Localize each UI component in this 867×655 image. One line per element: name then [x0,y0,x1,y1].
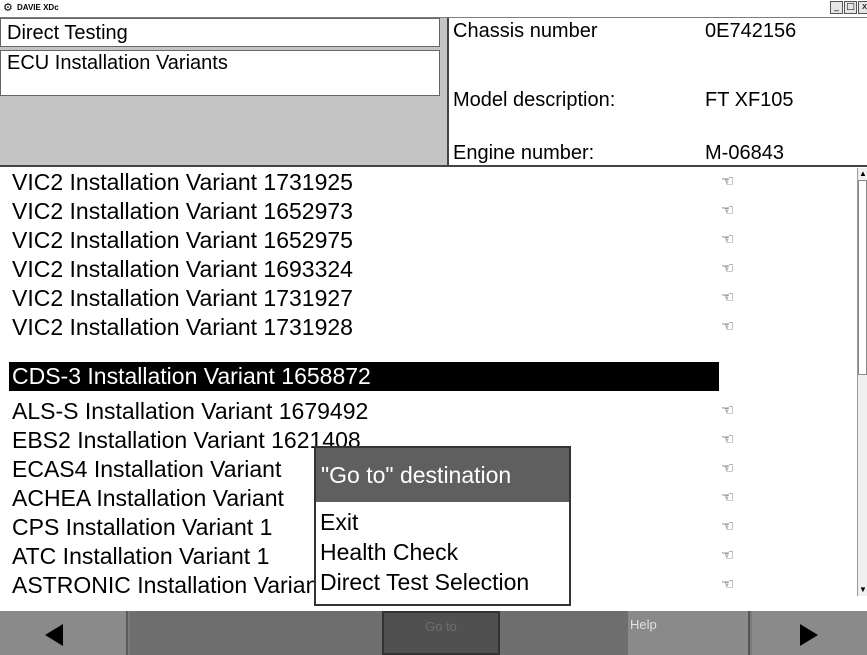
help-button-label: Help [630,617,657,632]
goto-button-label: Go to [425,619,457,634]
header-divider [0,165,867,167]
pointing-hand-icon: ☜ [721,259,735,277]
arrow-right-icon [800,624,818,646]
engine-number-value: M-06843 [705,142,784,164]
list-item-label: VIC2 Installation Variant 1731925 [12,169,353,195]
chassis-number-value: 0E742156 [705,20,797,42]
chassis-number-label: Chassis number [453,20,598,42]
pointing-hand-icon: ☜ [721,517,735,535]
list-item-label: CDS-3 Installation Variant 1658872 [12,363,371,389]
breadcrumb-panel: Direct Testing ECU Installation Variants [0,18,449,165]
list-item-label: ECAS4 Installation Variant [12,456,282,482]
maximize-button[interactable]: □ [844,1,857,14]
function-button-2[interactable] [130,611,382,655]
goto-destination-popup: "Go to" destination Exit Health Check Di… [314,446,571,606]
list-item-label: CPS Installation Variant 1 [12,514,273,540]
vehicle-info-panel: Chassis number 0E742156 Model descriptio… [449,18,867,165]
pointing-hand-icon: ☜ [721,201,735,219]
function-button-4[interactable] [500,611,628,655]
back-button[interactable] [0,611,128,655]
goto-button[interactable]: Go to [382,611,500,655]
popup-item-health-check[interactable]: Health Check [320,537,458,567]
help-button[interactable]: Help [628,611,750,655]
list-item[interactable]: VIC2 Installation Variant 1731927 ☜ [9,284,859,313]
scrollbar-thumb[interactable] [858,180,867,375]
list-item[interactable]: VIC2 Installation Variant 1731928 ☜ [9,313,859,342]
pointing-hand-icon: ☜ [721,459,735,477]
list-item-label: VIC2 Installation Variant 1652975 [12,227,353,253]
list-item-selected[interactable]: CDS-3 Installation Variant 1658872 [9,362,859,391]
breadcrumb-ecu-installation-variants[interactable]: ECU Installation Variants [0,50,440,96]
engine-number-label: Engine number: [453,142,595,164]
list-item[interactable]: VIC2 Installation Variant 1731925 ☜ [9,168,859,197]
forward-button[interactable] [752,611,867,655]
pointing-hand-icon: ☜ [721,575,735,593]
list-item[interactable]: VIC2 Installation Variant 1693324 ☜ [9,255,859,284]
breadcrumb-direct-testing[interactable]: Direct Testing [0,18,440,47]
pointing-hand-icon: ☜ [721,430,735,448]
popup-item-exit[interactable]: Exit [320,507,358,537]
list-item-label: VIC2 Installation Variant 1693324 [12,256,353,282]
list-item[interactable]: VIC2 Installation Variant 1652973 ☜ [9,197,859,226]
scroll-up-icon[interactable]: ▲ [859,170,867,178]
window-title: DAVIE XDc [17,3,59,12]
pointing-hand-icon: ☜ [721,546,735,564]
popup-title: "Go to" destination [316,448,569,502]
window-controls: _ □ x [829,1,867,14]
pointing-hand-icon: ☜ [721,488,735,506]
list-item-label: EBS2 Installation Variant 1621408 [12,427,361,453]
list-item-label: ATC Installation Variant 1 [12,543,270,569]
list-item[interactable]: ALS-S Installation Variant 1679492 ☜ [9,397,859,426]
list-scrollbar[interactable]: ▲ ▼ [857,168,867,596]
scroll-down-icon[interactable]: ▼ [859,586,867,594]
pointing-hand-icon: ☜ [721,230,735,248]
list-item-label: ACHEA Installation Variant [12,485,284,511]
close-button[interactable]: x [858,1,867,14]
pointing-hand-icon: ☜ [721,172,735,190]
list-item[interactable]: VIC2 Installation Variant 1652975 ☜ [9,226,859,255]
list-item-label: VIC2 Installation Variant 1731927 [12,285,353,311]
pointing-hand-icon: ☜ [721,288,735,306]
model-description-value: FT XF105 [705,89,794,111]
list-item-label: VIC2 Installation Variant 1731928 [12,314,353,340]
minimize-button[interactable]: _ [830,1,843,14]
pointing-hand-icon: ☜ [721,317,735,335]
title-bar: ⚙ DAVIE XDc _ □ x [0,0,867,18]
list-item-label: VIC2 Installation Variant 1652973 [12,198,353,224]
pointing-hand-icon: ☜ [721,401,735,419]
list-item-label: ALS-S Installation Variant 1679492 [12,398,369,424]
model-description-label: Model description: [453,89,616,111]
popup-item-direct-test-selection[interactable]: Direct Test Selection [320,567,529,597]
bottom-button-bar: Go to Help [0,611,867,655]
arrow-left-icon [45,624,63,646]
app-icon: ⚙ [3,2,13,14]
